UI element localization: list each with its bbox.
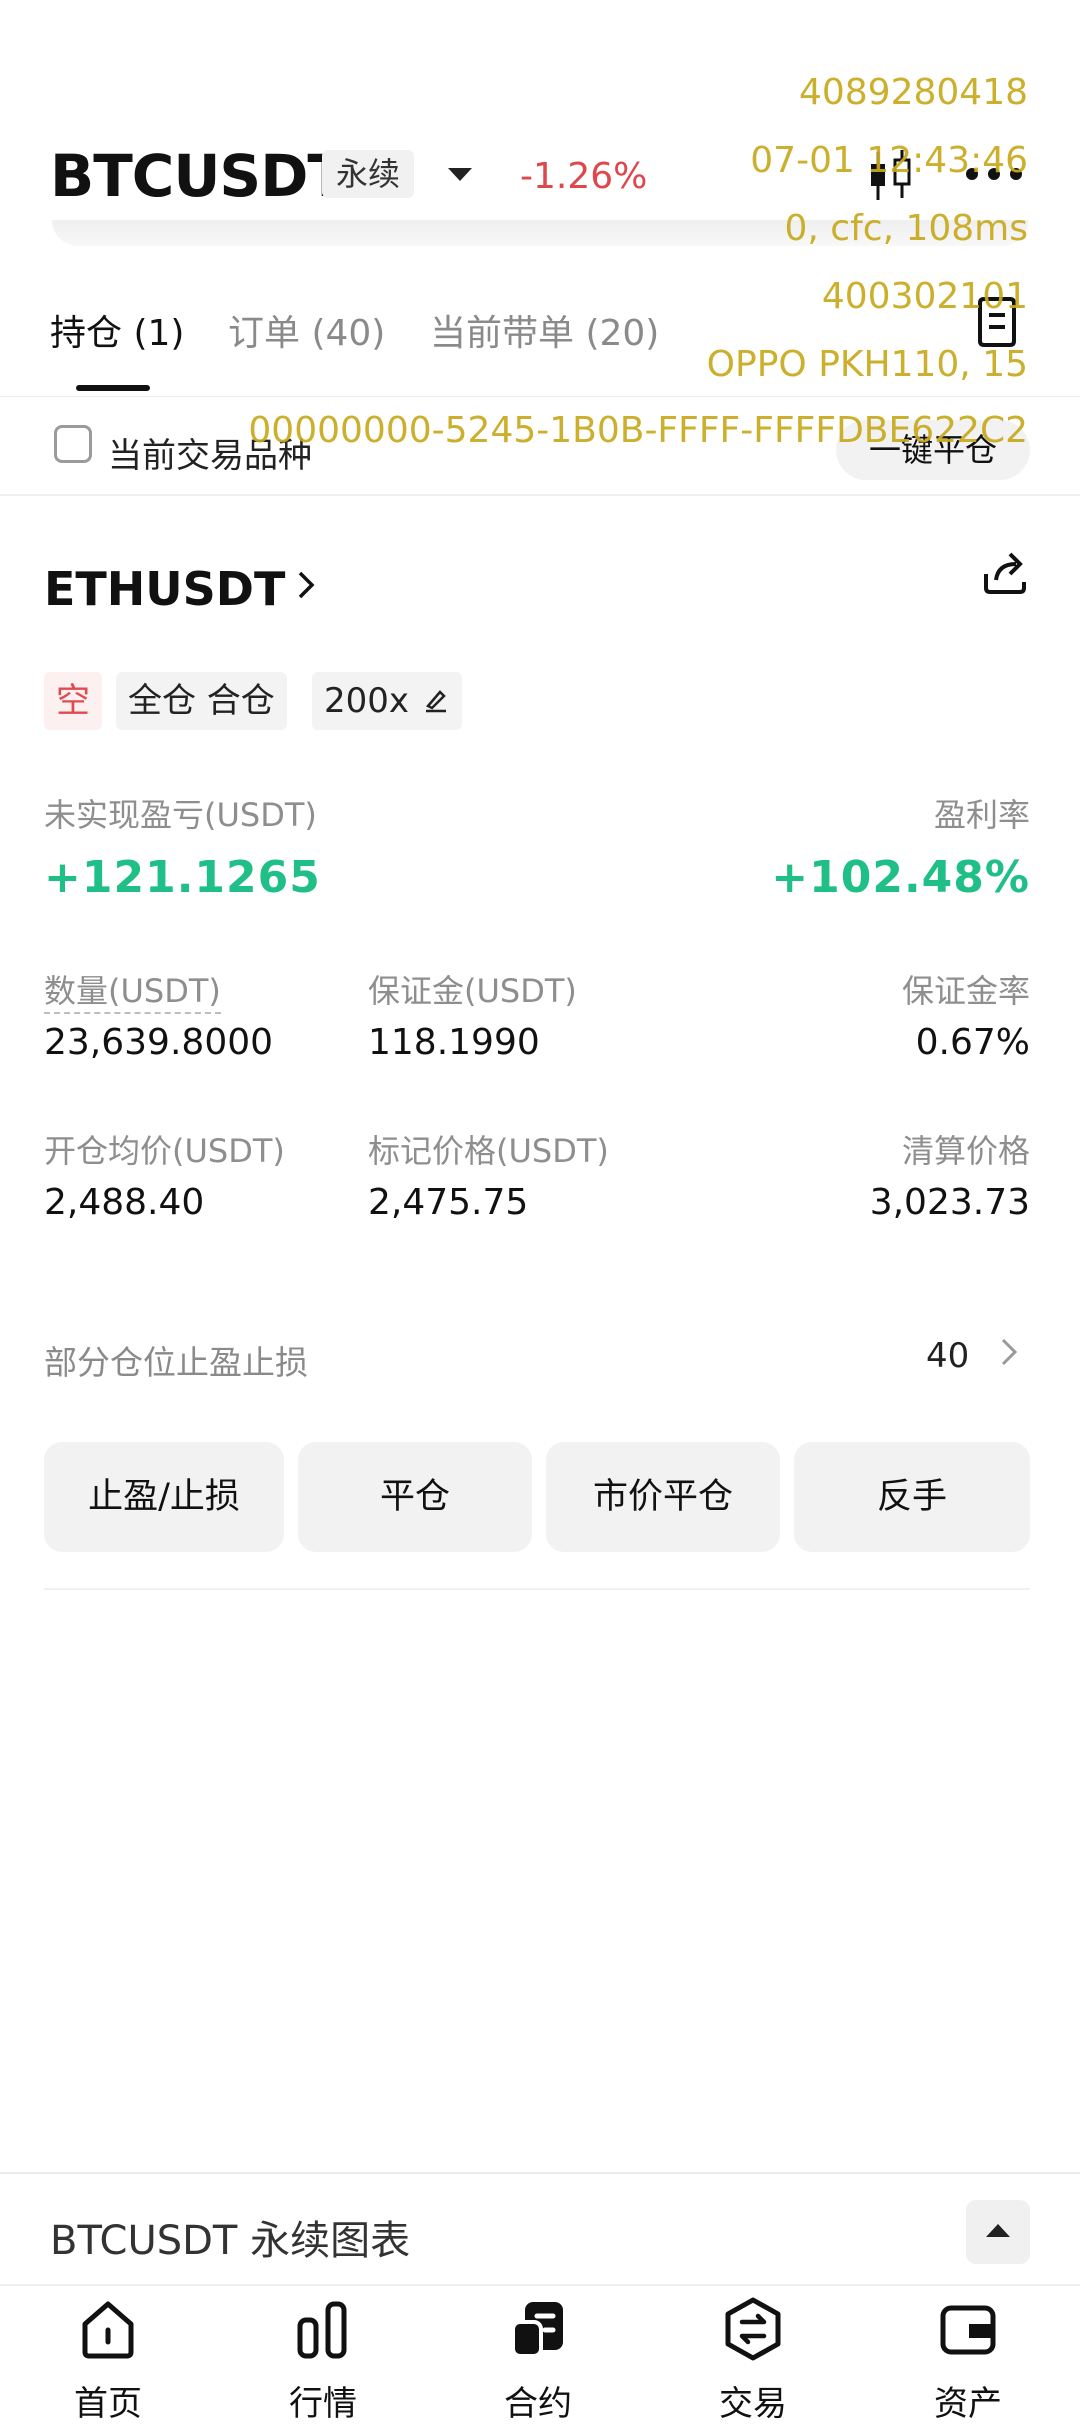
nav-assets[interactable]: 资产 <box>898 2296 1038 2436</box>
price-change: -1.26% <box>520 156 648 197</box>
leverage-value: 200x <box>324 681 410 721</box>
watermark-line: 400302101 <box>821 276 1028 317</box>
watermark-line: 4089280418 <box>798 72 1028 113</box>
watermark-line: OPPO PKH110, 15 <box>706 344 1028 385</box>
drawer-divider <box>0 2172 1080 2174</box>
filter-divider <box>0 494 1080 496</box>
nav-trade-label: 交易 <box>719 2384 787 2424</box>
nav-assets-label: 资产 <box>934 2384 1002 2424</box>
partial-tpsl-label[interactable]: 部分仓位止盈止损 <box>44 1336 308 1384</box>
nav-futures[interactable]: 合约 <box>468 2296 608 2436</box>
liquidation-price-value: 3,023.73 <box>869 1182 1030 1223</box>
market-close-button[interactable]: 市价平仓 <box>546 1442 780 1552</box>
symbol-title[interactable]: BTCUSDT <box>50 142 347 210</box>
size-label[interactable]: 数量(USDT) <box>44 966 221 1014</box>
margin-ratio-label: 保证金率 <box>901 972 1030 1010</box>
nav-home-label: 首页 <box>74 2384 142 2424</box>
margin-label: 保证金(USDT) <box>368 972 577 1010</box>
entry-price-label: 开仓均价(USDT) <box>44 1132 285 1170</box>
unrealized-pnl-label: 未实现盈亏(USDT) <box>44 796 317 834</box>
position-symbol[interactable]: ETHUSDT <box>44 562 285 616</box>
watermark-line: 0, cfc, 108ms <box>784 208 1028 249</box>
nav-markets-label: 行情 <box>289 2384 357 2424</box>
unrealized-pnl-value: +121.1265 <box>44 852 321 903</box>
reverse-button[interactable]: 反手 <box>794 1442 1030 1552</box>
margin-mode-tag[interactable]: 全仓 合仓 <box>116 672 287 730</box>
exchange-icon <box>725 2297 781 2361</box>
current-symbol-checkbox[interactable] <box>54 425 92 463</box>
home-icon <box>82 2301 134 2359</box>
tpsl-button[interactable]: 止盈/止损 <box>44 1442 284 1552</box>
perpetual-tag: 永续 <box>322 150 415 198</box>
nav-futures-label: 合约 <box>504 2384 572 2424</box>
tab-copy-trading[interactable]: 当前带单 (20) <box>430 304 659 356</box>
roe-label: 盈利率 <box>933 796 1030 834</box>
roe-value: +102.48% <box>771 852 1030 903</box>
edit-icon <box>425 690 446 713</box>
size-label-text: 数量(USDT) <box>44 972 221 1014</box>
wallet-icon <box>940 2305 996 2355</box>
direction-tag: 空 <box>44 672 102 730</box>
chart-drawer-title[interactable]: BTCUSDT 永续图表 <box>50 2208 410 2266</box>
nav-trade[interactable]: 交易 <box>683 2296 823 2436</box>
bottom-nav-divider <box>0 2284 1080 2286</box>
leverage-tag[interactable]: 200x <box>312 672 462 730</box>
tabs-divider <box>0 396 1080 397</box>
chevron-right-icon[interactable] <box>1000 1336 1018 1368</box>
watermark-line: 00000000-5245-1B0B-FFFF-FFFFDBE622C2 <box>248 410 1028 451</box>
mark-price-label: 标记价格(USDT) <box>368 1132 609 1170</box>
tab-positions[interactable]: 持仓 (1) <box>50 304 184 356</box>
chevron-right-icon[interactable] <box>296 570 316 600</box>
close-position-button[interactable]: 平仓 <box>298 1442 532 1552</box>
liquidation-price-label: 清算价格 <box>901 1132 1030 1170</box>
tab-orders[interactable]: 订单 (40) <box>228 304 385 356</box>
nav-markets[interactable]: 行情 <box>253 2296 393 2436</box>
card-divider <box>44 1588 1030 1590</box>
nav-home[interactable]: 首页 <box>38 2296 178 2436</box>
futures-icon <box>511 2302 563 2358</box>
size-value: 23,639.8000 <box>44 1022 274 1063</box>
partial-tpsl-count: 40 <box>926 1336 970 1376</box>
mark-price-value: 2,475.75 <box>368 1182 529 1223</box>
entry-price-value: 2,488.40 <box>44 1182 205 1223</box>
market-icon <box>297 2301 347 2359</box>
share-icon[interactable] <box>980 548 1030 598</box>
margin-value: 118.1990 <box>368 1022 540 1063</box>
watermark-line: 07-01 12:43:46 <box>750 140 1028 181</box>
symbol-dropdown-icon[interactable] <box>448 168 472 181</box>
margin-ratio-value: 0.67% <box>915 1022 1030 1063</box>
chevron-up-icon[interactable] <box>966 2200 1030 2264</box>
active-tab-indicator <box>76 385 150 391</box>
